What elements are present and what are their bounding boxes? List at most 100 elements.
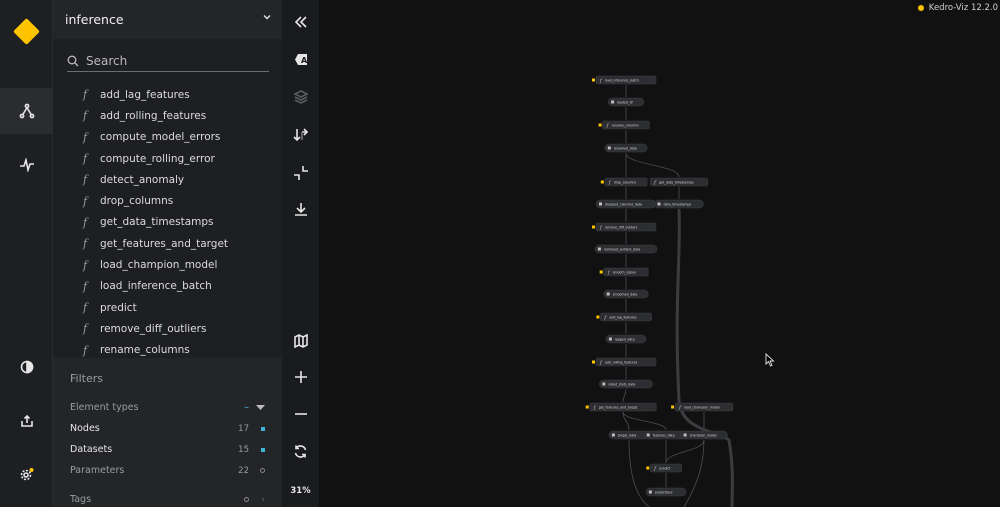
- node-list-item[interactable]: f compute_model_errors: [53, 127, 282, 148]
- filter-row-nodes[interactable]: Nodes 17: [70, 423, 265, 434]
- dataset-icon: [683, 433, 687, 437]
- graph-dataset-node[interactable]: dropped_columns_data: [595, 199, 657, 209]
- filter-count: 15: [238, 444, 249, 455]
- function-icon: f: [83, 88, 88, 102]
- pipeline-dropdown[interactable]: inference: [53, 0, 282, 39]
- theme-icon: [20, 360, 33, 374]
- graph-task-node[interactable]: f add_lag_features: [596, 312, 652, 322]
- filter-checkbox[interactable]: [260, 468, 265, 473]
- node-list-item[interactable]: f load_champion_model: [53, 254, 282, 275]
- node-status-marker: [600, 180, 604, 184]
- mouse-cursor-icon: [765, 353, 775, 367]
- graph-task-node[interactable]: f load_champion_model: [671, 402, 734, 412]
- graph-dataset-node[interactable]: lagged_data: [605, 334, 647, 344]
- kedro-logo-icon[interactable]: [13, 18, 40, 45]
- filter-count: 17: [238, 423, 249, 434]
- graph-dataset-node[interactable]: data_timestamps: [654, 199, 704, 209]
- graph-task-node[interactable]: f predict: [646, 463, 682, 473]
- toggle-labels-button[interactable]: A: [282, 53, 319, 66]
- graph-dataset-node[interactable]: renamed_data: [604, 143, 648, 153]
- graph-node-label: rename_columns: [612, 124, 640, 128]
- search-input[interactable]: [86, 54, 256, 68]
- chevron-left-icon: ‹: [261, 494, 265, 505]
- graph-dataset-node[interactable]: loaded_df: [607, 97, 645, 107]
- node-list-label: get_features_and_target: [100, 237, 229, 250]
- dataset-icon: [611, 433, 615, 437]
- graph-dataset-node[interactable]: target_data: [608, 430, 650, 440]
- collapse-button[interactable]: [282, 165, 319, 181]
- graph-node-label: add_rolling_features: [605, 361, 638, 365]
- node-list-item[interactable]: f predict: [53, 297, 282, 318]
- flowchart-icon: [19, 103, 34, 119]
- minimize-icon: [293, 166, 308, 180]
- node-list-item[interactable]: f compute_rolling_error: [53, 148, 282, 169]
- graph-task-node[interactable]: f rename_columns: [598, 120, 650, 130]
- filter-row-datasets[interactable]: Datasets 15: [70, 444, 265, 455]
- chevron-down-icon: [263, 15, 271, 20]
- graph-node-label: predictions: [655, 491, 673, 495]
- function-icon: f: [83, 237, 88, 251]
- settings-button[interactable]: [0, 451, 53, 497]
- filter-count: 22: [238, 465, 249, 476]
- reset-zoom-button[interactable]: [282, 444, 319, 459]
- icon-rail: [0, 0, 53, 507]
- node-list-item[interactable]: f add_rolling_features: [53, 105, 282, 126]
- theme-toggle-button[interactable]: [0, 344, 53, 390]
- graph-task-node[interactable]: f load_inference_batch: [592, 75, 657, 85]
- node-list-label: drop_columns: [100, 195, 174, 208]
- layers-icon: [293, 90, 308, 104]
- graph-task-node[interactable]: f add_rolling_features: [592, 357, 657, 367]
- share-icon: [20, 414, 33, 427]
- graph-node-label: predict: [659, 467, 671, 471]
- flowchart-nav-button[interactable]: [0, 88, 53, 134]
- node-list-label: detect_anomaly: [100, 173, 185, 186]
- dataset-icon: [602, 382, 606, 386]
- filter-checkbox[interactable]: [261, 426, 265, 431]
- element-types-header[interactable]: Element types –: [70, 402, 265, 413]
- zoom-in-button[interactable]: [282, 370, 319, 384]
- expand-pipelines-button[interactable]: [282, 127, 319, 143]
- zoom-level: 31%: [290, 486, 311, 496]
- collapse-sidebar-button[interactable]: [282, 15, 319, 29]
- experiment-tracking-nav-button[interactable]: [0, 142, 53, 188]
- zoom-out-button[interactable]: [282, 407, 319, 421]
- node-list: f add_lag_features f add_rolling_features f c…: [53, 84, 282, 361]
- graph-dataset-node[interactable]: predictions: [645, 487, 687, 497]
- dataset-icon: [657, 202, 661, 206]
- flowchart-canvas[interactable]: Kedro-Viz 12.2.0 f load_inference_batch lo…: [319, 0, 1000, 507]
- function-icon: f: [83, 130, 88, 144]
- graph-dataset-node[interactable]: smoothed_data: [603, 289, 649, 299]
- node-list-item[interactable]: f detect_anomaly: [53, 169, 282, 190]
- tags-header[interactable]: Tags ‹: [70, 494, 265, 505]
- toggle-minimap-button[interactable]: [282, 334, 319, 348]
- node-list-item[interactable]: f drop_columns: [53, 190, 282, 211]
- graph-task-node[interactable]: f remove_diff_outliers: [592, 222, 657, 232]
- export-button[interactable]: [0, 398, 53, 444]
- graph-node-label: data_timestamps: [664, 203, 692, 207]
- graph-dataset-node[interactable]: removed_outliers_data: [594, 244, 658, 254]
- function-icon: f: [83, 152, 88, 166]
- dataset-icon: [606, 292, 610, 296]
- graph-dataset-node[interactable]: champion_model: [680, 430, 728, 440]
- node-list-item[interactable]: f get_data_timestamps: [53, 212, 282, 233]
- graph-task-node[interactable]: f drop_columns: [600, 177, 648, 187]
- filter-row-parameters[interactable]: Parameters 22: [70, 465, 265, 476]
- export-graph-button[interactable]: [282, 202, 319, 217]
- node-list-item[interactable]: f remove_diff_outliers: [53, 318, 282, 339]
- graph-node-label: add_lag_features: [609, 316, 637, 320]
- graph-task-node[interactable]: f get_data_timestamps: [649, 177, 709, 187]
- filter-checkbox[interactable]: [261, 447, 265, 452]
- node-list-item[interactable]: f load_inference_batch: [53, 276, 282, 297]
- node-status-marker: [585, 405, 589, 409]
- graph-dataset-node[interactable]: rolled_stats_data: [599, 379, 653, 389]
- graph-task-node[interactable]: f smooth_signal: [599, 267, 649, 277]
- gear-icon: [20, 468, 33, 481]
- toggle-layers-button[interactable]: [282, 90, 319, 104]
- graph-edge: [628, 439, 650, 507]
- node-list-item[interactable]: f add_lag_features: [53, 84, 282, 105]
- function-icon: f: [83, 279, 88, 293]
- graph-task-node[interactable]: f get_features_and_target: [585, 402, 657, 412]
- filter-label: Nodes: [70, 423, 100, 434]
- node-list-item[interactable]: f get_features_and_target: [53, 233, 282, 254]
- sidebar-panel: inference fadd_lag_featuresfadd_rolling_…: [53, 0, 282, 507]
